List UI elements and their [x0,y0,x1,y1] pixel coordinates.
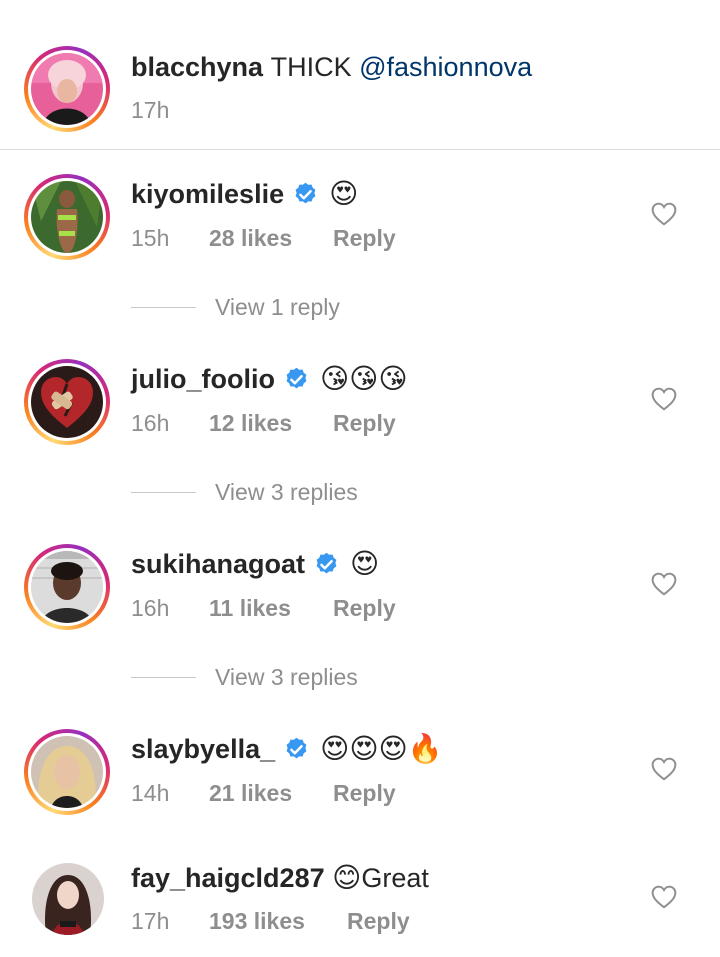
avatar-image [31,366,103,438]
comment-avatar[interactable] [24,174,110,260]
comment-avatar[interactable] [24,359,110,445]
comment-likes[interactable]: 193 likes [209,907,347,935]
comment-time: 15h [131,225,170,251]
heart-outline-icon[interactable] [651,757,677,781]
reply-button[interactable]: Reply [333,594,396,622]
comment-likes[interactable]: 28 likes [209,224,333,252]
comment-text-line: kiyomileslie 😍 [131,177,358,211]
view-replies-label: View 1 reply [215,294,340,320]
caption-text: THICK [270,52,352,82]
avatar-image [31,53,103,125]
comment-emojis: 😊 [332,861,362,894]
comment-text-line: fay_haigcld287 😊 Great [131,861,429,895]
comment-emojis: 😘😘😘 [319,362,408,395]
comment-text-line: julio_foolio 😘😘😘 [131,362,408,396]
verified-badge-icon [316,552,337,573]
comment-emojis: 😍 [350,547,380,580]
heart-outline-icon[interactable] [651,885,677,909]
comment-meta: 17h 193 likes Reply [131,907,410,935]
avatar-image [31,736,103,808]
comment-username[interactable]: fay_haigcld287 [131,861,325,895]
comment-time: 16h [131,410,170,436]
comment-avatar[interactable] [24,729,110,815]
comment-meta: 15h 28 likes Reply [131,224,396,252]
reply-button[interactable]: Reply [347,907,410,935]
view-replies-divider [131,307,196,308]
heart-outline-icon[interactable] [651,387,677,411]
comment-emojis: 😍😍😍🔥 [320,732,443,765]
view-replies-button[interactable]: View 1 reply [131,294,340,321]
heart-outline-icon[interactable] [651,202,677,226]
caption-username[interactable]: blacchyna [131,50,263,84]
caption-mention-link[interactable]: @fashionnova [359,50,532,84]
verified-badge-icon [295,182,316,203]
comment-avatar[interactable] [32,863,104,935]
comment-emojis: 😍 [329,177,359,210]
comment-text: Great [361,863,429,893]
comment-username[interactable]: kiyomileslie [131,177,284,211]
comment-text-line: slaybyella_ 😍😍😍🔥 [131,732,443,766]
comment-likes[interactable]: 12 likes [209,409,333,437]
reply-button[interactable]: Reply [333,409,396,437]
view-replies-button[interactable]: View 3 replies [131,664,358,691]
caption-time: 17h [131,97,170,123]
comment-username[interactable]: julio_foolio [131,362,275,396]
view-replies-divider [131,492,196,493]
post-caption: blacchyna THICK @fashionnova 17h [0,0,720,150]
reply-button[interactable]: Reply [333,224,396,252]
caption-avatar[interactable] [24,46,110,132]
comment-likes[interactable]: 11 likes [209,594,333,622]
view-replies-divider [131,677,196,678]
view-replies-button[interactable]: View 3 replies [131,479,358,506]
comment-meta: 14h 21 likes Reply [131,779,396,807]
comment-time: 16h [131,595,170,621]
comment-time: 17h [131,908,170,934]
comment-username[interactable]: slaybyella_ [131,732,275,766]
comment-avatar[interactable] [24,544,110,630]
comment-meta: 16h 11 likes Reply [131,594,396,622]
comment-likes[interactable]: 21 likes [209,779,333,807]
caption-meta: 17h [131,96,169,124]
reply-button[interactable]: Reply [333,779,396,807]
view-replies-label: View 3 replies [215,664,358,690]
comment-meta: 16h 12 likes Reply [131,409,396,437]
avatar-image [31,181,103,253]
caption-text-line: blacchyna THICK @fashionnova [131,50,532,84]
heart-outline-icon[interactable] [651,572,677,596]
avatar-image [31,551,103,623]
comment-text-line: sukihanagoat 😍 [131,547,379,581]
verified-badge-icon [286,737,307,758]
comment-username[interactable]: sukihanagoat [131,547,305,581]
comment-time: 14h [131,780,170,806]
verified-badge-icon [286,367,307,388]
view-replies-label: View 3 replies [215,479,358,505]
